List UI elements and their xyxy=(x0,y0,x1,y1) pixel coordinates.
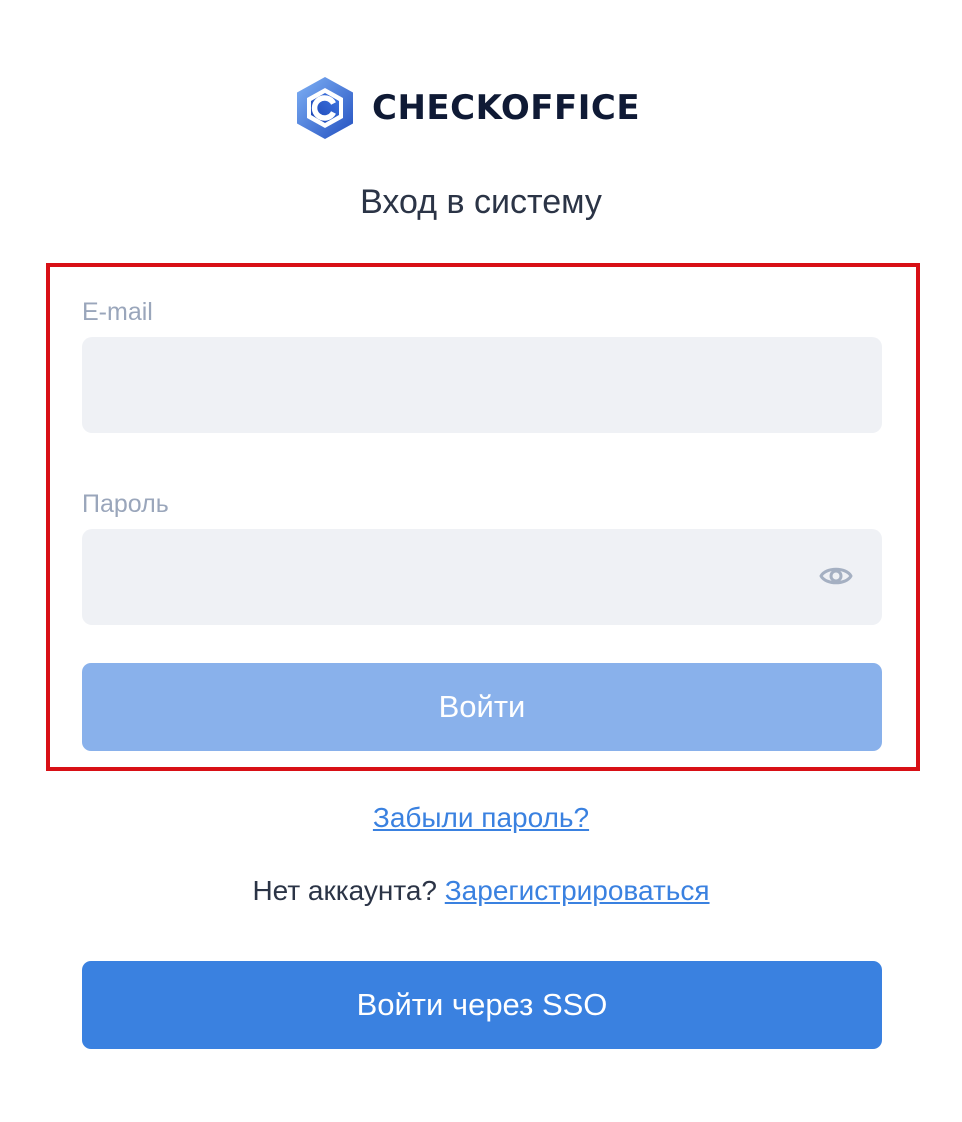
brand-name: CHECKOFFICE xyxy=(372,88,641,128)
forgot-password-link[interactable]: Забыли пароль? xyxy=(373,802,589,833)
sso-login-button[interactable]: Войти через SSO xyxy=(82,961,882,1049)
login-button[interactable]: Войти xyxy=(82,663,882,751)
email-label: E-mail xyxy=(82,298,153,326)
eye-icon-glyph xyxy=(819,567,853,585)
checkoffice-hex-logo-icon xyxy=(297,77,353,139)
password-label: Пароль xyxy=(82,490,169,518)
email-field[interactable] xyxy=(82,337,882,433)
brand-logo: CHECKOFFICE xyxy=(295,76,640,140)
register-link[interactable]: Зарегистрироваться xyxy=(445,875,710,906)
no-account-text: Нет аккаунта? xyxy=(252,875,437,906)
eye-icon[interactable] xyxy=(817,560,855,592)
forgot-password-row: Забыли пароль? xyxy=(0,800,962,836)
password-field[interactable] xyxy=(82,529,882,625)
register-row: Нет аккаунта? Зарегистрироваться xyxy=(0,873,962,909)
page-title: Вход в систему xyxy=(360,183,602,221)
